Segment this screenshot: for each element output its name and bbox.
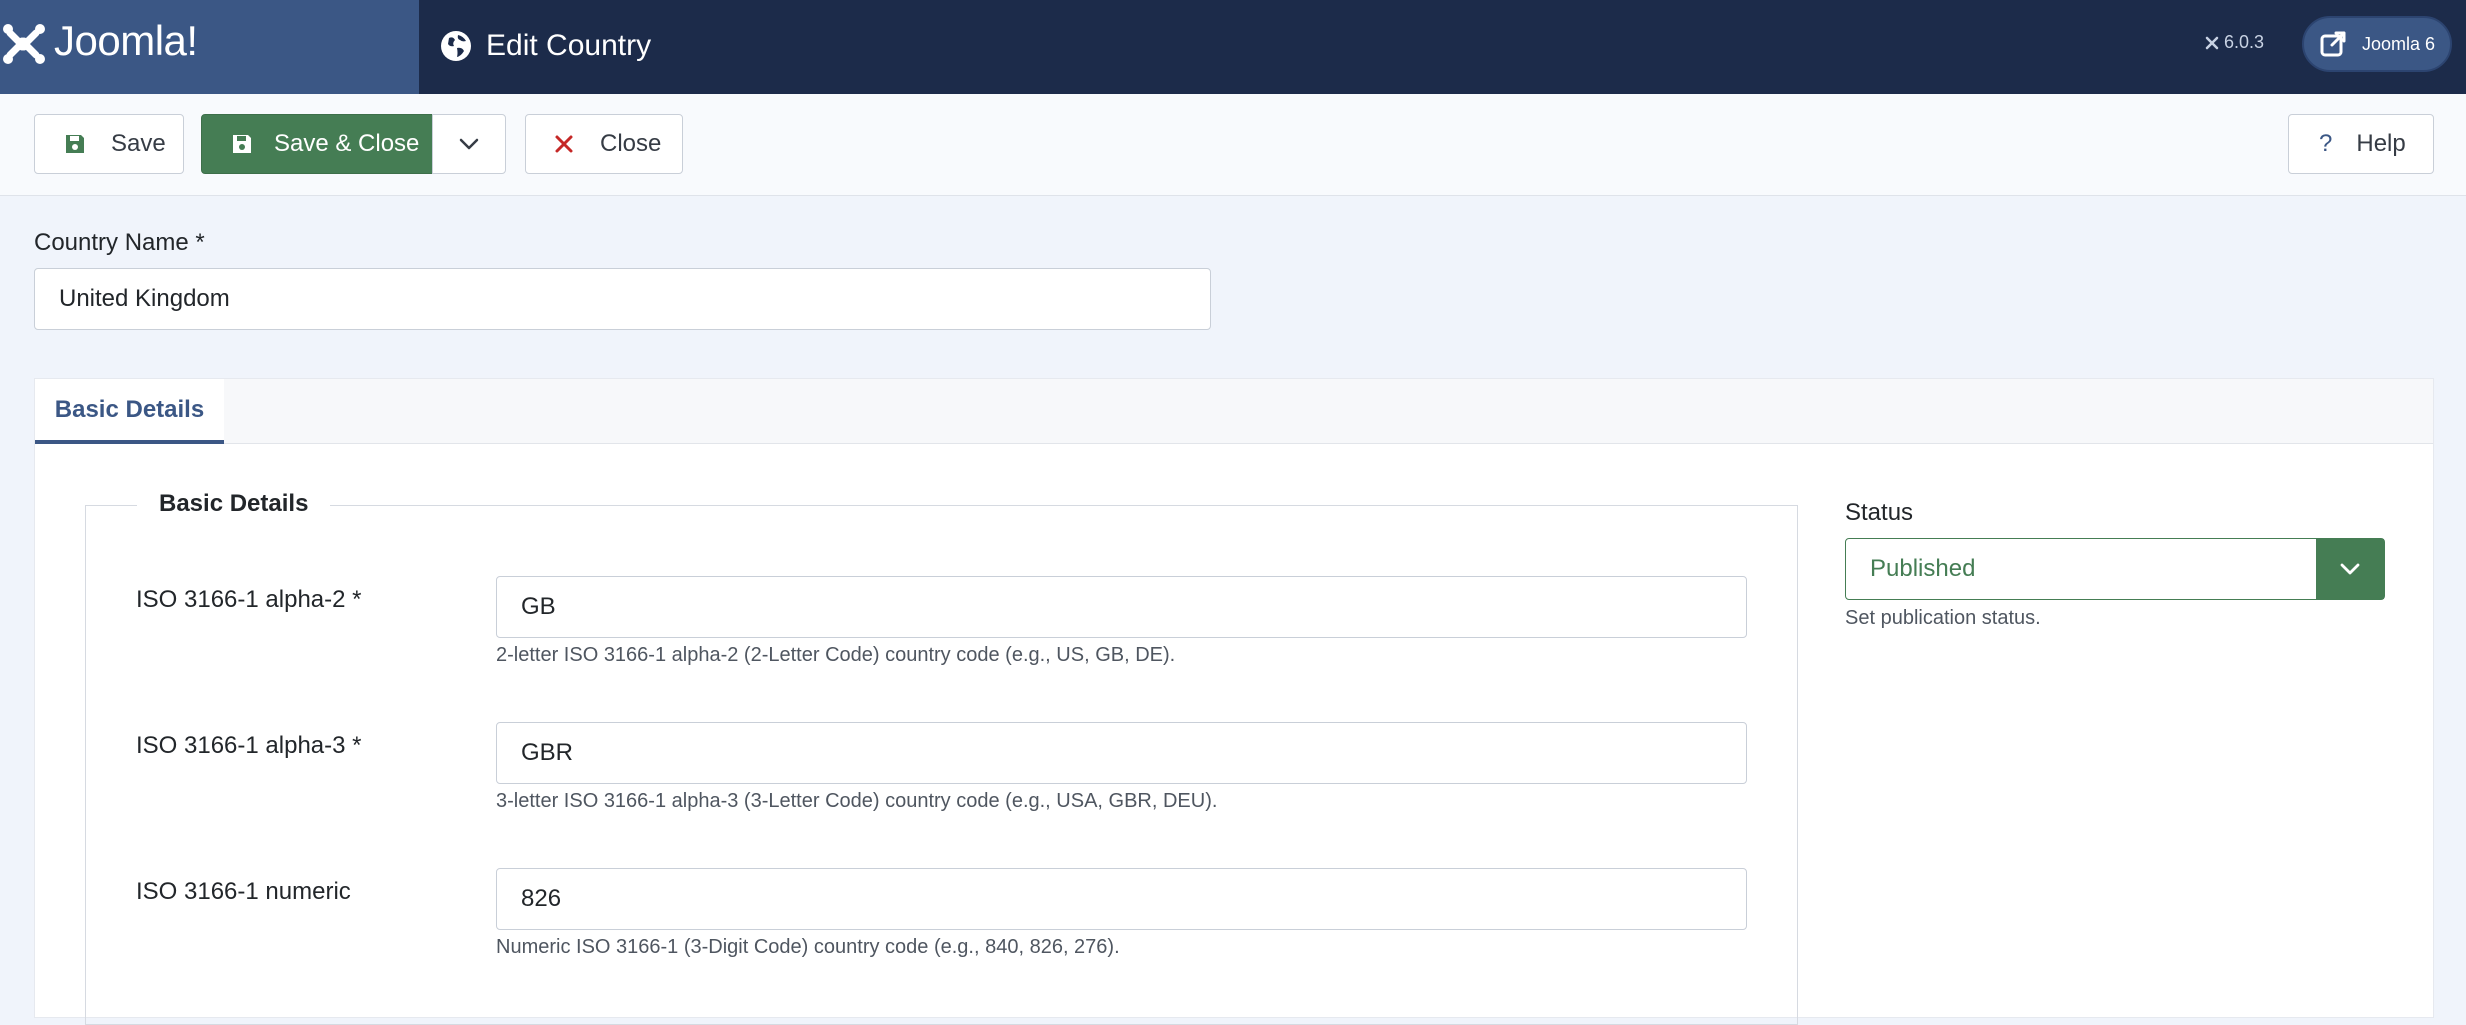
external-link-icon	[2320, 31, 2346, 57]
chevron-down-icon	[2340, 563, 2360, 575]
alpha3-value: GBR	[521, 739, 574, 766]
view-site-button[interactable]: Joomla 6	[2302, 16, 2452, 72]
status-label: Status	[1845, 499, 1914, 526]
toolbar: Save Save & Close Close ? Help	[0, 94, 2466, 196]
tab-bar: Basic Details	[35, 379, 2433, 444]
globe-icon	[441, 31, 471, 61]
page-title: Edit Country	[486, 29, 652, 62]
country-name-input[interactable]: United Kingdom	[34, 268, 1211, 330]
help-label: Help	[2356, 130, 2406, 157]
save-icon	[233, 135, 251, 153]
joomla-logo-icon	[3, 24, 45, 64]
save-button[interactable]: Save	[34, 114, 184, 174]
view-site-label: Joomla 6	[2362, 33, 2436, 54]
chevron-down-icon	[459, 138, 479, 150]
close-icon	[555, 135, 573, 153]
save-icon	[66, 135, 84, 153]
status-help: Set publication status.	[1845, 607, 2041, 629]
numeric-input[interactable]: 826	[496, 868, 1747, 930]
numeric-help: Numeric ISO 3166-1 (3-Digit Code) countr…	[496, 936, 1120, 958]
alpha2-input[interactable]: GB	[496, 576, 1747, 638]
tab-basic-details[interactable]: Basic Details	[35, 379, 224, 444]
save-options-dropdown-toggle[interactable]	[432, 114, 506, 174]
version-badge: 6.0.3	[2204, 32, 2264, 53]
joomla-small-icon	[2205, 36, 2219, 49]
numeric-value: 826	[521, 885, 562, 912]
numeric-label: ISO 3166-1 numeric	[136, 878, 351, 905]
alpha3-label: ISO 3166-1 alpha-3 *	[136, 732, 362, 759]
top-header: Joomla! Edit Country 6.0.3 Joomla 6	[0, 0, 2466, 94]
version-text: 6.0.3	[2224, 32, 2265, 52]
basic-details-legend: Basic Details	[137, 490, 331, 518]
country-name-value: United Kingdom	[59, 285, 230, 312]
save-label: Save	[111, 130, 166, 157]
status-selected-value: Published	[1870, 555, 1976, 582]
page-heading: Edit Country	[440, 24, 651, 68]
save-and-close-button[interactable]: Save & Close	[201, 114, 433, 174]
logo-link[interactable]: Joomla!	[0, 0, 419, 94]
help-button[interactable]: ? Help	[2288, 114, 2434, 174]
status-select[interactable]: Published	[1845, 538, 2385, 600]
close-button[interactable]: Close	[525, 114, 683, 174]
alpha2-label: ISO 3166-1 alpha-2 *	[136, 586, 362, 613]
close-label: Close	[600, 130, 662, 157]
alpha2-help: 2-letter ISO 3166-1 alpha-2 (2-Letter Co…	[496, 644, 1176, 666]
status-dropdown-caret[interactable]	[2316, 539, 2384, 599]
logo-text: Joomla!	[54, 17, 198, 64]
question-icon: ?	[2319, 130, 2333, 157]
alpha3-input[interactable]: GBR	[496, 722, 1747, 784]
alpha2-value: GB	[521, 593, 556, 620]
alpha3-help: 3-letter ISO 3166-1 alpha-3 (3-Letter Co…	[496, 790, 1218, 812]
country-name-label: Country Name *	[34, 229, 205, 256]
save-and-close-label: Save & Close	[274, 130, 420, 157]
